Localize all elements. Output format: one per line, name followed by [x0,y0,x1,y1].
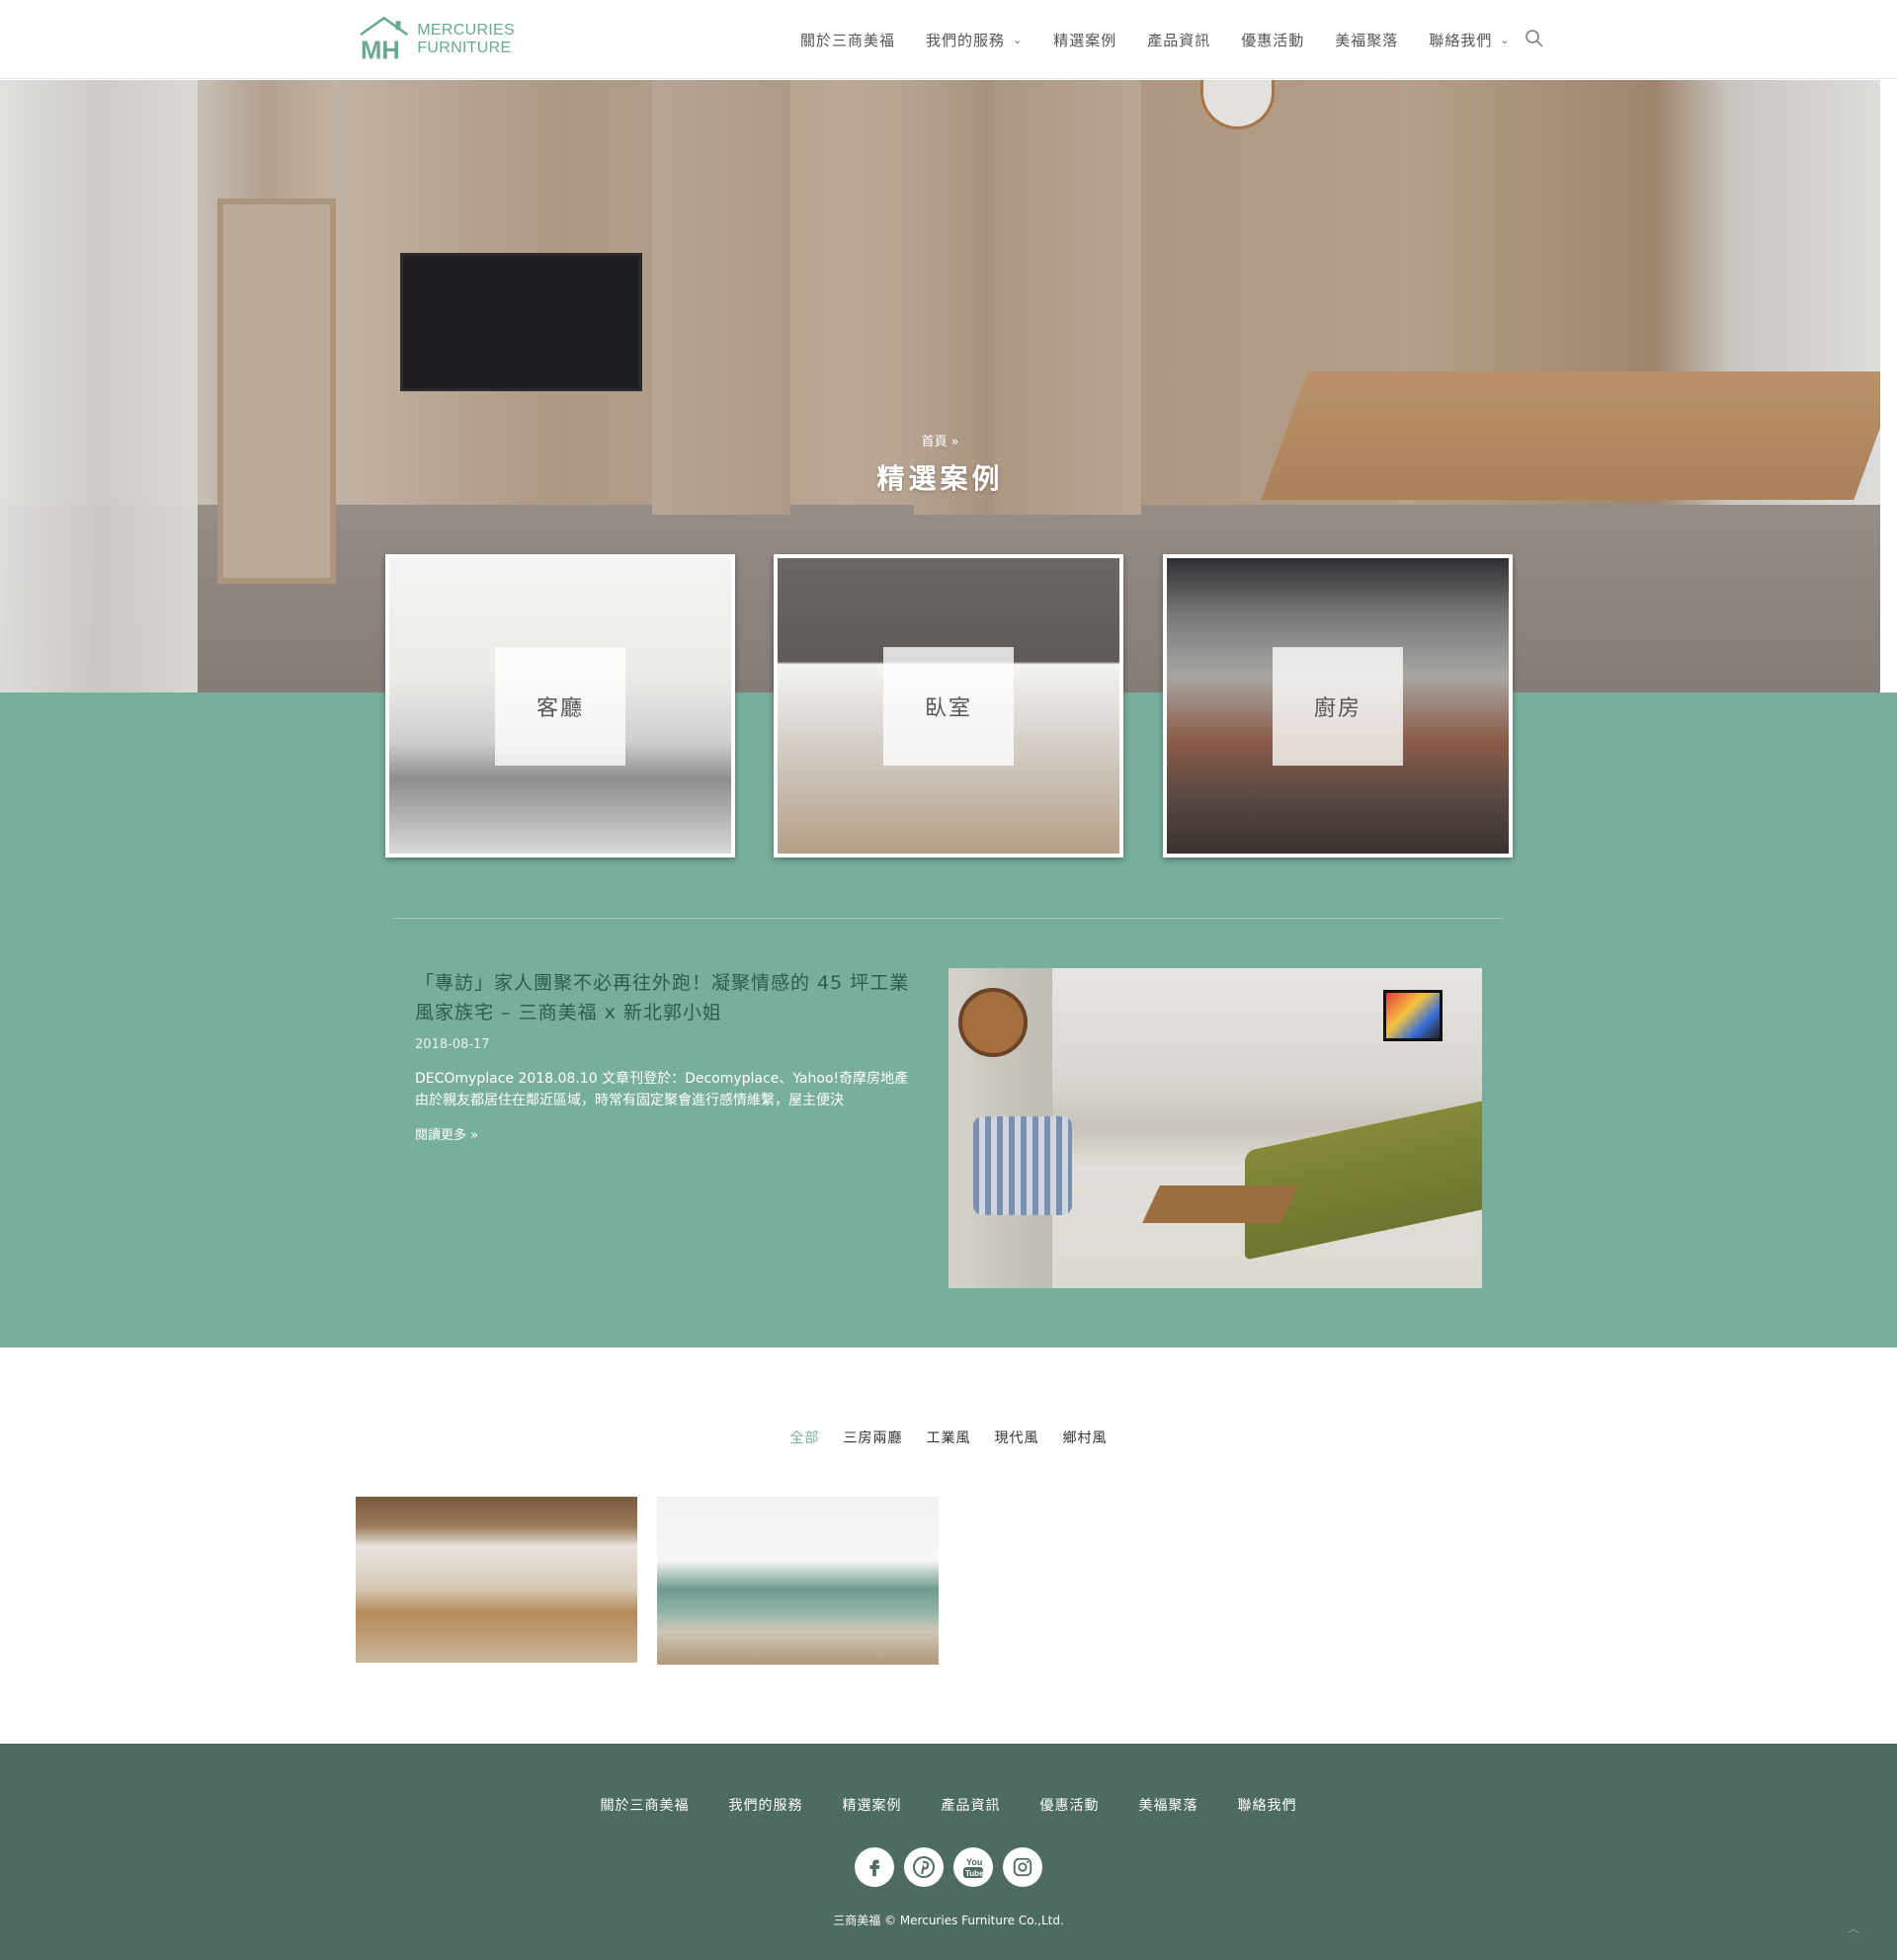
nav-label: 聯絡我們 [1429,31,1493,49]
site-footer: 關於三商美福 我們的服務 精選案例 產品資訊 優惠活動 美福聚落 聯絡我們 Yo… [0,1744,1897,1960]
category-image: 客廳 [389,558,731,854]
logo-mark-icon: MH [360,16,409,64]
footer-link-community[interactable]: 美福聚落 [1139,1795,1198,1815]
nav-item-products[interactable]: 產品資訊 [1147,30,1210,50]
page-title: 精選案例 [876,462,1004,495]
nav-label: 我們的服務 [926,31,1006,49]
youtube-icon[interactable]: You Tube [953,1847,993,1887]
chevron-down-icon: ⌄ [1013,33,1024,46]
nav-label: 美福聚落 [1335,31,1399,49]
read-more-link[interactable]: 閱讀更多 » [415,1124,478,1143]
nav-label: 優惠活動 [1241,31,1305,49]
filter-all[interactable]: 全部 [790,1428,820,1447]
footer-link-services[interactable]: 我們的服務 [729,1795,803,1815]
main-nav: 關於三商美福 我們的服務 ⌄ 精選案例 產品資訊 優惠活動 美福聚落 聯絡我們 ⌄ [800,0,1541,79]
category-image: 廚房 [1167,558,1509,854]
post-image-clock [958,988,1028,1057]
category-card-bedroom[interactable]: 臥室 [774,554,1123,858]
logo-text: MERCURIES FURNITURE [417,22,515,57]
nav-item-promotions[interactable]: 優惠活動 [1241,30,1304,50]
post-image-chair [973,1116,1072,1215]
nav-item-community[interactable]: 美福聚落 [1335,30,1398,50]
instagram-icon[interactable] [1003,1847,1042,1887]
nav-item-about[interactable]: 關於三商美福 [800,30,895,50]
post-excerpt: DECOmyplace 2018.08.10 文章刊登於：Decomyplace… [415,1071,909,1108]
copyright: 三商美福 © Mercuries Furniture Co.,Ltd. [833,1914,1064,1927]
footer-link-contact[interactable]: 聯絡我們 [1238,1795,1297,1815]
svg-text:MH: MH [361,38,400,64]
section-divider [392,918,1504,919]
gallery-thumbnail[interactable] [657,1497,939,1665]
search-icon[interactable] [1525,29,1544,48]
category-label: 客廳 [495,646,625,766]
nav-label: 關於三商美福 [800,31,896,49]
filter-industrial[interactable]: 工業風 [927,1428,971,1447]
category-label: 廚房 [1273,646,1403,766]
post-image-art [1383,990,1443,1041]
post-date: 2018-08-17 [415,1037,490,1052]
nav-label: 精選案例 [1053,31,1117,49]
nav-item-services[interactable]: 我們的服務 ⌄ [926,30,1023,50]
nav-item-cases[interactable]: 精選案例 [1053,30,1116,50]
filter-three-bedroom[interactable]: 三房兩廳 [844,1428,903,1447]
chevron-up-icon[interactable]: ︿ [1843,1919,1864,1941]
gallery-thumbnail[interactable] [356,1497,637,1663]
filter-country[interactable]: 鄉村風 [1063,1428,1108,1447]
filter-tabs: 全部 三房兩廳 工業風 現代風 鄉村風 [0,1428,1897,1447]
footer-link-about[interactable]: 關於三商美福 [601,1795,690,1815]
footer-link-promotions[interactable]: 優惠活動 [1040,1795,1100,1815]
post-image-table [1142,1185,1298,1223]
site-header: MH MERCURIES FURNITURE 關於三商美福 我們的服務 ⌄ 精選案… [0,0,1897,79]
post-title[interactable]: 「專訪」家人團聚不必再往外跑！凝聚情感的 45 坪工業風家族宅 – 三商美福 x… [415,968,919,1027]
facebook-icon[interactable] [855,1847,894,1887]
footer-nav: 關於三商美福 我們的服務 精選案例 產品資訊 優惠活動 美福聚落 聯絡我們 [0,1795,1897,1815]
logo[interactable]: MH MERCURIES FURNITURE [357,15,515,64]
svg-text:You: You [966,1857,982,1867]
footer-link-products[interactable]: 產品資訊 [942,1795,1001,1815]
social-links: You Tube [0,1847,1897,1887]
nav-label: 產品資訊 [1147,31,1211,49]
post-image-sofa [1245,1101,1482,1261]
nav-item-contact[interactable]: 聯絡我們 ⌄ [1429,30,1510,50]
brand-name-line1: MERCURIES [417,22,515,39]
brand-name-line2: FURNITURE [417,40,512,56]
category-image: 臥室 [778,558,1119,854]
footer-link-cases[interactable]: 精選案例 [843,1795,902,1815]
svg-text:Tube: Tube [965,1869,984,1878]
category-card-living-room[interactable]: 客廳 [385,554,735,858]
breadcrumb[interactable]: 首頁 » [0,431,1880,449]
pinterest-icon[interactable] [904,1847,944,1887]
category-card-kitchen[interactable]: 廚房 [1163,554,1513,858]
post-image[interactable] [948,968,1482,1288]
filter-modern[interactable]: 現代風 [995,1428,1039,1447]
chevron-down-icon: ⌄ [1500,33,1511,46]
category-label: 臥室 [883,646,1014,766]
